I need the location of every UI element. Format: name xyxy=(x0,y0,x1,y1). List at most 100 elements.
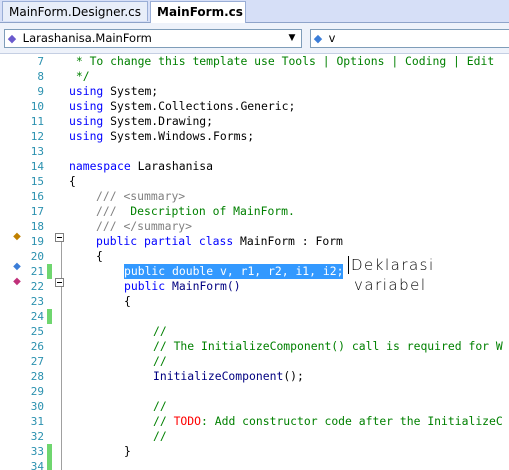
keyword: using xyxy=(69,99,104,113)
changed-line-marker xyxy=(47,264,52,279)
code-text: { xyxy=(124,294,131,308)
code-line: 19 public partial class MainForm : Form xyxy=(0,234,509,249)
line-number: 21 xyxy=(30,265,44,278)
line-number: 10 xyxy=(30,100,44,113)
keyword: using xyxy=(69,114,104,128)
line-number: 19 xyxy=(30,235,44,248)
code-line: 8 */ xyxy=(0,69,509,84)
selected-code[interactable]: public double v, r1, r2, i1, i2; xyxy=(124,264,344,279)
code-comment: // xyxy=(153,414,174,428)
chevron-down-icon[interactable]: ▼ xyxy=(285,30,299,47)
tab-mainform-designer[interactable]: MainForm.Designer.cs xyxy=(2,1,148,21)
xml-doc-prefix: /// xyxy=(96,204,124,218)
code-line: 13 xyxy=(0,144,509,159)
line-number: 22 xyxy=(30,280,44,293)
code-comment: // xyxy=(153,324,167,338)
code-comment: // The InitializeComponent() call is req… xyxy=(153,339,503,353)
code-line: 12 using System.Windows.Forms; xyxy=(0,129,509,144)
code-editor[interactable]: ◆ ◆ ◆ 7 * To change this template use To… xyxy=(0,54,509,470)
code-comment: // xyxy=(153,429,167,443)
keyword: using xyxy=(69,129,104,143)
line-number: 13 xyxy=(30,145,44,158)
keyword: namespace xyxy=(69,159,131,173)
code-line: 18 /// </summary> xyxy=(0,219,509,234)
code-line: 32 // xyxy=(0,429,509,444)
type-combo-value: Larashanisa.MainForm xyxy=(22,31,152,45)
line-number: 31 xyxy=(30,415,44,428)
document-tab-strip: MainForm.Designer.cs MainForm.cs xyxy=(0,0,509,23)
keyword: using xyxy=(69,84,104,98)
line-number: 12 xyxy=(30,130,44,143)
member-combo[interactable]: ◆ v xyxy=(310,29,509,48)
class-icon: ◆ xyxy=(7,32,17,45)
field-icon: ◆ xyxy=(313,32,323,45)
xml-doc-tag: <summary> xyxy=(123,189,186,203)
line-number: 17 xyxy=(30,205,44,218)
code-text: InitializeComponent xyxy=(153,369,284,383)
line-number: 29 xyxy=(30,385,44,398)
line-number: 15 xyxy=(30,175,44,188)
keyword: partial xyxy=(137,234,193,248)
code-text: { xyxy=(69,174,76,188)
xml-doc-prefix: /// xyxy=(96,189,124,203)
line-number: 16 xyxy=(30,190,44,203)
code-line: 26 // The InitializeComponent() call is … xyxy=(0,339,509,354)
line-number: 32 xyxy=(30,430,44,443)
keyword: public xyxy=(96,234,138,248)
changed-line-marker xyxy=(47,444,52,459)
code-comment: // xyxy=(153,399,167,413)
keyword: class xyxy=(192,234,234,248)
code-line: 11 using System.Drawing; xyxy=(0,114,509,129)
code-line: 10 using System.Collections.Generic; xyxy=(0,99,509,114)
type-combo[interactable]: ◆ Larashanisa.MainForm ▼ xyxy=(4,29,302,48)
code-line: 33 } xyxy=(0,444,509,459)
code-text: System.Collections.Generic; xyxy=(103,99,296,113)
code-text: System.Windows.Forms; xyxy=(103,129,255,143)
code-text: MainForm() xyxy=(165,279,241,293)
code-line: 34 xyxy=(0,459,509,470)
annotation-line-2: variabel xyxy=(354,276,427,294)
code-comment: // xyxy=(153,354,167,368)
code-line: 29 xyxy=(0,384,509,399)
line-number: 9 xyxy=(37,85,44,98)
line-number: 18 xyxy=(30,220,44,233)
code-text: System.Drawing; xyxy=(103,114,214,128)
line-number: 25 xyxy=(30,325,44,338)
code-line: 14 namespace Larashanisa xyxy=(0,159,509,174)
tab-mainform[interactable]: MainForm.cs xyxy=(150,1,246,23)
code-text: */ xyxy=(69,69,90,83)
code-text: Larashanisa xyxy=(130,159,214,173)
line-number: 11 xyxy=(30,115,44,128)
code-line: 27 // xyxy=(0,354,509,369)
line-number: 7 xyxy=(37,55,44,68)
code-line: 22 public MainForm() xyxy=(0,279,509,294)
changed-line-marker xyxy=(47,309,52,324)
code-line: 24 xyxy=(0,309,509,324)
line-number: 14 xyxy=(30,160,44,173)
code-line: 28 InitializeComponent(); xyxy=(0,369,509,384)
line-number: 20 xyxy=(30,250,44,263)
code-line: 7 * To change this template use Tools | … xyxy=(0,54,509,69)
xml-doc-text: Description of MainForm. xyxy=(123,204,295,218)
code-text: } xyxy=(124,444,131,458)
code-text: MainForm : Form xyxy=(233,234,343,248)
code-text: (); xyxy=(283,369,304,383)
todo-marker: TODO xyxy=(173,414,202,428)
line-number: 34 xyxy=(30,460,44,470)
member-combo-value: v xyxy=(328,31,336,45)
code-text: * To change this template use Tools | Op… xyxy=(69,54,495,68)
code-line: 16 /// <summary> xyxy=(0,189,509,204)
code-line: 17 /// Description of MainForm. xyxy=(0,204,509,219)
annotation-line-1: Deklarasi xyxy=(348,256,437,274)
code-line: 31 // TODO: Add constructor code after t… xyxy=(0,414,509,429)
changed-line-marker xyxy=(47,459,52,470)
line-number: 28 xyxy=(30,370,44,383)
xml-doc-tag: </summary> xyxy=(123,219,193,233)
xml-doc-prefix: /// xyxy=(96,219,124,233)
code-line: 25 // xyxy=(0,324,509,339)
code-line: 15 { xyxy=(0,174,509,189)
code-text: { xyxy=(96,249,103,263)
line-number: 30 xyxy=(30,400,44,413)
line-number: 24 xyxy=(30,310,44,323)
line-number: 8 xyxy=(37,70,44,83)
